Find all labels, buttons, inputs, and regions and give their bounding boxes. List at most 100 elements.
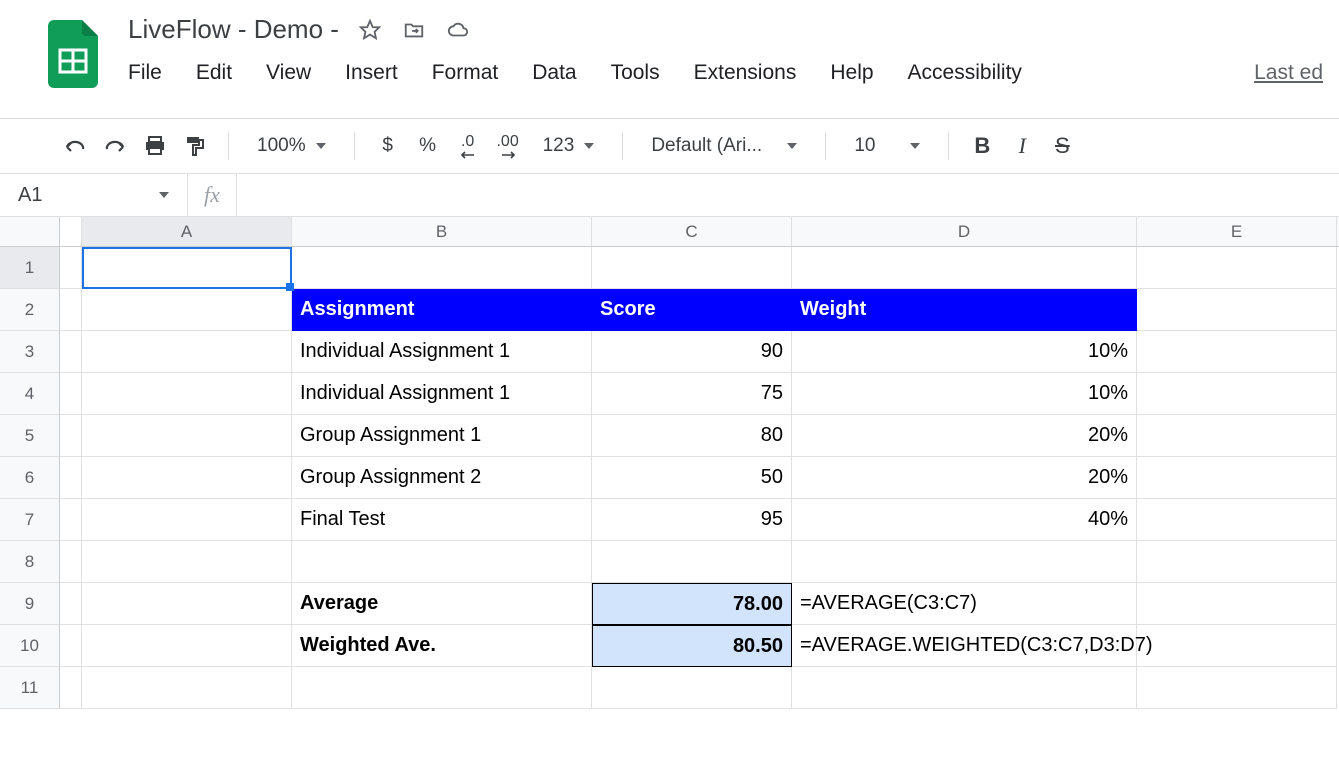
move-folder-icon[interactable] — [403, 19, 425, 41]
number-format-dropdown[interactable]: 123 — [531, 129, 607, 163]
cell-B3[interactable]: Individual Assignment 1 — [292, 331, 592, 373]
cell-B1[interactable] — [292, 247, 592, 289]
row-header-6[interactable]: 6 — [0, 457, 60, 499]
zoom-dropdown[interactable]: 100% — [245, 129, 338, 163]
last-edit-link[interactable]: Last ed — [1254, 57, 1339, 89]
cell-E4[interactable] — [1137, 373, 1337, 415]
cell-C6[interactable]: 50 — [592, 457, 792, 499]
cell-E11[interactable] — [1137, 667, 1337, 709]
cell-B7[interactable]: Final Test — [292, 499, 592, 541]
cell-B8[interactable] — [292, 541, 592, 583]
name-box[interactable]: A1 — [0, 174, 188, 216]
row-header-1[interactable]: 1 — [0, 247, 60, 289]
strikethrough-button[interactable]: S — [1045, 129, 1079, 163]
cell-A8[interactable] — [82, 541, 292, 583]
col-header-E[interactable]: E — [1137, 217, 1337, 246]
cell-B11[interactable] — [292, 667, 592, 709]
menu-help[interactable]: Help — [830, 57, 889, 89]
cell-C5[interactable]: 80 — [592, 415, 792, 457]
cell-C8[interactable] — [592, 541, 792, 583]
cell-D10[interactable]: =AVERAGE.WEIGHTED(C3:C7,D3:D7) — [792, 625, 1137, 667]
cell-D3[interactable]: 10% — [792, 331, 1137, 373]
cell-C4[interactable]: 75 — [592, 373, 792, 415]
cell-B6[interactable]: Group Assignment 2 — [292, 457, 592, 499]
cell-A5[interactable] — [82, 415, 292, 457]
col-header-B[interactable]: B — [292, 217, 592, 246]
cell-B5[interactable]: Group Assignment 1 — [292, 415, 592, 457]
row-header-5[interactable]: 5 — [0, 415, 60, 457]
spreadsheet-grid[interactable]: A B C D E 1 2 Assignment Score Weight 3 … — [0, 217, 1339, 709]
cell-D4[interactable]: 10% — [792, 373, 1137, 415]
cell-D2[interactable]: Weight — [792, 289, 1137, 331]
cell-E2[interactable] — [1137, 289, 1337, 331]
cell-B4[interactable]: Individual Assignment 1 — [292, 373, 592, 415]
cell-A6[interactable] — [82, 457, 292, 499]
cell-A11[interactable] — [82, 667, 292, 709]
menu-extensions[interactable]: Extensions — [694, 57, 813, 89]
cell-D5[interactable]: 20% — [792, 415, 1137, 457]
percent-format-button[interactable]: % — [411, 129, 445, 163]
cell-A2[interactable] — [82, 289, 292, 331]
cell-C10[interactable]: 80.50 — [592, 625, 792, 667]
menu-view[interactable]: View — [266, 57, 327, 89]
cell-D7[interactable]: 40% — [792, 499, 1137, 541]
cell-D8[interactable] — [792, 541, 1137, 583]
cell-E10[interactable] — [1137, 625, 1337, 667]
row-header-7[interactable]: 7 — [0, 499, 60, 541]
row-header-2[interactable]: 2 — [0, 289, 60, 331]
bold-button[interactable]: B — [965, 129, 999, 163]
cell-A9[interactable] — [82, 583, 292, 625]
row-header-10[interactable]: 10 — [0, 625, 60, 667]
cell-C7[interactable]: 95 — [592, 499, 792, 541]
redo-button[interactable] — [98, 129, 132, 163]
cell-C2[interactable]: Score — [592, 289, 792, 331]
font-family-dropdown[interactable]: Default (Ari... — [639, 129, 809, 163]
font-size-dropdown[interactable]: 10 — [842, 129, 932, 163]
col-header-A[interactable]: A — [82, 217, 292, 246]
cell-D6[interactable]: 20% — [792, 457, 1137, 499]
paint-format-button[interactable] — [178, 129, 212, 163]
italic-button[interactable]: I — [1005, 129, 1039, 163]
cell-E5[interactable] — [1137, 415, 1337, 457]
menu-insert[interactable]: Insert — [345, 57, 414, 89]
cell-D1[interactable] — [792, 247, 1137, 289]
cell-B10[interactable]: Weighted Ave. — [292, 625, 592, 667]
col-header-C[interactable]: C — [592, 217, 792, 246]
cell-E8[interactable] — [1137, 541, 1337, 583]
print-button[interactable] — [138, 129, 172, 163]
row-header-8[interactable]: 8 — [0, 541, 60, 583]
decrease-decimal-button[interactable]: .0 — [451, 129, 485, 163]
row-header-9[interactable]: 9 — [0, 583, 60, 625]
select-all-corner[interactable] — [0, 217, 60, 246]
cell-D11[interactable] — [792, 667, 1137, 709]
undo-button[interactable] — [58, 129, 92, 163]
cell-A3[interactable] — [82, 331, 292, 373]
menu-data[interactable]: Data — [532, 57, 592, 89]
row-header-4[interactable]: 4 — [0, 373, 60, 415]
cell-C3[interactable]: 90 — [592, 331, 792, 373]
cell-C11[interactable] — [592, 667, 792, 709]
row-header-3[interactable]: 3 — [0, 331, 60, 373]
cell-E1[interactable] — [1137, 247, 1337, 289]
cell-C1[interactable] — [592, 247, 792, 289]
cell-D9[interactable]: =AVERAGE(C3:C7) — [792, 583, 1137, 625]
cell-A7[interactable] — [82, 499, 292, 541]
cell-B9[interactable]: Average — [292, 583, 592, 625]
increase-decimal-button[interactable]: .00 — [491, 129, 525, 163]
doc-title[interactable]: LiveFlow - Demo - — [128, 14, 339, 45]
menu-file[interactable]: File — [128, 57, 178, 89]
star-icon[interactable] — [359, 19, 381, 41]
cell-E6[interactable] — [1137, 457, 1337, 499]
menu-format[interactable]: Format — [432, 57, 515, 89]
currency-format-button[interactable]: $ — [371, 129, 405, 163]
menu-accessibility[interactable]: Accessibility — [908, 57, 1038, 89]
cell-A4[interactable] — [82, 373, 292, 415]
sheets-logo-icon[interactable] — [48, 20, 98, 88]
cell-B2[interactable]: Assignment — [292, 289, 592, 331]
cell-A10[interactable] — [82, 625, 292, 667]
col-header-D[interactable]: D — [792, 217, 1137, 246]
cell-A1[interactable] — [82, 247, 292, 289]
cell-C9[interactable]: 78.00 — [592, 583, 792, 625]
cell-E3[interactable] — [1137, 331, 1337, 373]
cell-E9[interactable] — [1137, 583, 1337, 625]
